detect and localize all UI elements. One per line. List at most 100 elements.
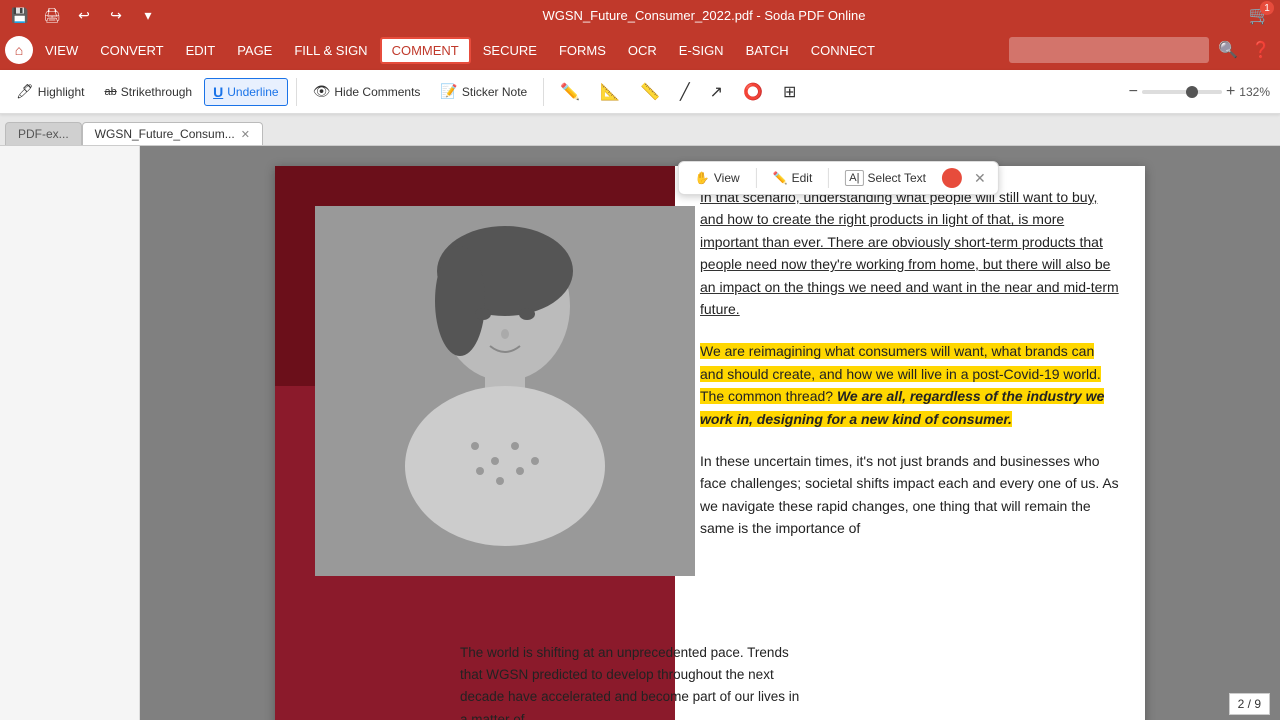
zoom-controls: − + 132%: [1119, 70, 1280, 114]
strikethrough-button[interactable]: ab Strikethrough: [96, 80, 200, 104]
search-icon[interactable]: 🔍: [1214, 36, 1242, 64]
float-view-button[interactable]: ✋ View: [687, 167, 748, 189]
more-button[interactable]: ⊞: [775, 77, 804, 107]
highlight-button[interactable]: 🖊 Highlight: [8, 78, 92, 105]
tabs-bar: PDF-ex... WGSN_Future_Consum... ✕: [0, 114, 1280, 146]
pdf-normal-text: In these uncertain times, it's not just …: [700, 450, 1120, 540]
separator-1: [296, 78, 297, 106]
zoom-out-button[interactable]: −: [1129, 83, 1138, 101]
menu-bar: ⌂ VIEW CONVERT EDIT PAGE FILL & SIGN COM…: [0, 30, 1280, 70]
pdf-highlighted-block: We are reimagining what consumers will w…: [700, 340, 1120, 430]
arrow-icon: ↗: [710, 82, 723, 102]
float-separator-2: [828, 168, 829, 188]
page-current: 2: [1238, 697, 1245, 711]
title-bar-left: 💾 🖨 ↩ ↪ ▾: [10, 5, 158, 25]
sticker-note-button[interactable]: 📝 Sticker Note: [432, 78, 535, 105]
more-icon: ⊞: [783, 82, 796, 102]
highlight-icon: 🖊: [16, 83, 34, 100]
tab-close-icon[interactable]: ✕: [241, 128, 250, 141]
menu-view[interactable]: VIEW: [35, 37, 88, 64]
cart-icon[interactable]: 🛒 1: [1250, 5, 1270, 25]
hide-comments-button[interactable]: 👁 Hide Comments: [305, 78, 429, 105]
line-button[interactable]: ╱: [672, 77, 698, 107]
menu-secure[interactable]: SECURE: [473, 37, 547, 64]
tab-pdf-ex-label: PDF-ex...: [18, 127, 69, 141]
tab-wgsn-label: WGSN_Future_Consum...: [95, 127, 235, 141]
menu-forms[interactable]: FORMS: [549, 37, 616, 64]
hide-comments-label: Hide Comments: [334, 85, 420, 99]
pdf-bottom-left-text: The world is shifting at an unprecedente…: [435, 627, 825, 720]
stamp-button[interactable]: ⭕: [735, 77, 771, 107]
float-edit-icon: ✏️: [773, 171, 788, 185]
float-select-text-button[interactable]: A| Select Text: [837, 166, 934, 190]
underline-icon: U: [213, 84, 223, 100]
zoom-in-button[interactable]: +: [1226, 83, 1235, 101]
zoom-level: 132%: [1239, 85, 1270, 99]
person-photo-svg: [315, 206, 695, 576]
menu-batch[interactable]: BATCH: [736, 37, 799, 64]
pdf-photo: [315, 206, 695, 576]
save-icon[interactable]: 💾: [10, 5, 30, 25]
tool1-icon: 📐: [600, 82, 620, 102]
main-area: ✋ View ✏️ Edit A| Select Text ✕: [0, 146, 1280, 720]
cart-count: 1: [1260, 1, 1274, 15]
strikethrough-label: Strikethrough: [121, 85, 192, 99]
menu-page[interactable]: PAGE: [227, 37, 282, 64]
menu-fill-sign[interactable]: FILL & SIGN: [284, 37, 377, 64]
pdf-page: In that scenario, understanding what peo…: [275, 166, 1145, 720]
zoom-thumb[interactable]: [1186, 86, 1198, 98]
strikethrough-icon: ab: [104, 86, 116, 98]
pdf-underlined-text: In that scenario, understanding what peo…: [700, 186, 1120, 320]
tab-wgsn[interactable]: WGSN_Future_Consum... ✕: [82, 122, 263, 145]
record-button[interactable]: [942, 168, 962, 188]
print-icon[interactable]: 🖨: [42, 5, 62, 25]
undo-icon[interactable]: ↩: [74, 5, 94, 25]
highlight-label: Highlight: [38, 85, 85, 99]
underline-label: Underline: [227, 85, 278, 99]
sticker-note-icon: 📝: [440, 83, 457, 100]
menu-comment[interactable]: COMMENT: [380, 37, 471, 64]
float-edit-label: Edit: [792, 171, 813, 185]
separator-2: [543, 78, 544, 106]
float-select-text-label: Select Text: [868, 171, 926, 185]
app-title: WGSN_Future_Consumer_2022.pdf - Soda PDF…: [543, 8, 866, 23]
pdf-area: ✋ View ✏️ Edit A| Select Text ✕: [140, 146, 1280, 720]
toolbar: 🖊 Highlight ab Strikethrough U Underline…: [0, 70, 1280, 114]
float-edit-button[interactable]: ✏️ Edit: [765, 167, 821, 189]
menu-connect[interactable]: CONNECT: [801, 37, 885, 64]
tool1-button[interactable]: 📐: [592, 77, 628, 107]
pencil-button[interactable]: ✏️: [552, 77, 588, 107]
menu-right: 🔍 ❓: [1009, 36, 1275, 64]
menu-edit[interactable]: EDIT: [176, 37, 226, 64]
menu-esign[interactable]: E-SIGN: [669, 37, 734, 64]
page-indicator: 2 / 9: [1229, 693, 1270, 715]
menu-ocr[interactable]: OCR: [618, 37, 667, 64]
float-close-button[interactable]: ✕: [970, 168, 990, 189]
page-total: 9: [1254, 697, 1261, 711]
search-input[interactable]: [1009, 37, 1209, 63]
pencil-icon: ✏️: [560, 82, 580, 102]
home-button[interactable]: ⌂: [5, 36, 33, 64]
float-view-label: View: [714, 171, 740, 185]
float-select-text-icon: A|: [845, 170, 863, 186]
line-icon: ╱: [680, 82, 690, 102]
tool2-button[interactable]: 📏: [632, 77, 668, 107]
underline-button[interactable]: U Underline: [204, 78, 288, 106]
float-view-icon: ✋: [695, 171, 710, 185]
arrow-button[interactable]: ↗: [702, 77, 731, 107]
help-icon[interactable]: ❓: [1247, 36, 1275, 64]
float-separator-1: [756, 168, 757, 188]
dropdown-icon[interactable]: ▾: [138, 5, 158, 25]
title-bar: 💾 🖨 ↩ ↪ ▾ WGSN_Future_Consumer_2022.pdf …: [0, 0, 1280, 30]
stamp-icon: ⭕: [743, 82, 763, 102]
left-sidebar: [0, 146, 140, 720]
title-bar-right: 🛒 1: [1250, 5, 1270, 25]
floating-toolbar: ✋ View ✏️ Edit A| Select Text ✕: [678, 161, 999, 195]
hide-comments-icon: 👁: [313, 83, 331, 100]
tool2-icon: 📏: [640, 82, 660, 102]
menu-convert[interactable]: CONVERT: [90, 37, 173, 64]
tab-pdf-ex[interactable]: PDF-ex...: [5, 122, 82, 145]
zoom-slider[interactable]: [1142, 90, 1222, 94]
sticker-note-label: Sticker Note: [462, 85, 527, 99]
redo-icon[interactable]: ↪: [106, 5, 126, 25]
